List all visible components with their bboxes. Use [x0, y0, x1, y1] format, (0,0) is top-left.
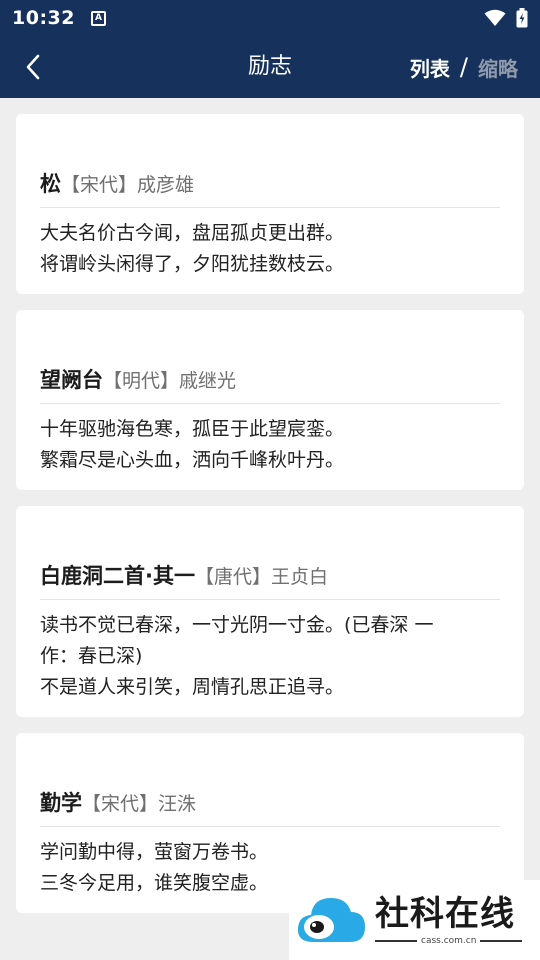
chevron-left-icon	[26, 54, 40, 80]
watermark: 社科在线 cass.com.cn	[289, 880, 540, 960]
view-toggle: 列表 / 缩略	[410, 36, 518, 98]
poem-line: 读书不觉已春深，一寸光阴一寸金。(已春深 一	[40, 614, 434, 636]
poem-header: 白鹿洞二首·其一 【唐代】 王贞白	[40, 506, 500, 600]
poem-dynasty: 【宋代】	[61, 174, 138, 196]
wifi-icon	[484, 9, 506, 26]
poem-title: 望阙台	[40, 368, 103, 392]
divider	[375, 940, 417, 942]
poem-title: 白鹿洞二首·其一	[40, 564, 195, 588]
poem-card[interactable]: 望阙台 【明代】 戚继光 十年驱驰海色寒，孤臣于此望宸銮。 繁霜尽是心头血，洒向…	[16, 310, 524, 490]
poem-list: 松 【宋代】 成彦雄 大夫名价古今闻，盘屈孤贞更出群。 将谓岭头闲得了，夕阳犹挂…	[16, 114, 524, 929]
cloud-logo-icon	[297, 898, 365, 942]
notification-a-icon: A	[90, 10, 106, 26]
watermark-domain-row: cass.com.cn	[375, 936, 523, 946]
poem-dynasty: 【唐代】	[194, 566, 271, 588]
watermark-name: 社科在线	[375, 894, 515, 934]
poem-title: 勤学	[40, 791, 82, 815]
toggle-separator: /	[459, 53, 468, 81]
poem-line: 作：春已深)	[40, 645, 143, 667]
status-time: 10:32	[12, 7, 75, 29]
poem-author: 王贞白	[271, 566, 329, 588]
poem-author: 成彦雄	[137, 174, 195, 196]
poem-card[interactable]: 白鹿洞二首·其一 【唐代】 王贞白 读书不觉已春深，一寸光阴一寸金。(已春深 一…	[16, 506, 524, 717]
poem-line: 不是道人来引笑，周情孔思正追寻。	[40, 676, 345, 698]
poem-dynasty: 【宋代】	[82, 793, 159, 815]
poem-header: 勤学 【宋代】 汪洙	[40, 733, 500, 827]
thumbnail-view-button[interactable]: 缩略	[478, 53, 518, 82]
status-bar: 10:32 A	[0, 0, 540, 36]
watermark-text: 社科在线 cass.com.cn	[375, 894, 523, 946]
poem-dynasty: 【明代】	[103, 370, 180, 392]
poem-title: 松	[40, 172, 61, 196]
divider	[480, 940, 523, 942]
poem-line: 繁霜尽是心头血，洒向千峰秋叶丹。	[40, 449, 345, 471]
poem-author: 戚继光	[179, 370, 237, 392]
poem-line: 学问勤中得，萤窗万卷书。	[40, 841, 269, 863]
poem-card[interactable]: 松 【宋代】 成彦雄 大夫名价古今闻，盘屈孤贞更出群。 将谓岭头闲得了，夕阳犹挂…	[16, 114, 524, 294]
status-icons	[484, 8, 528, 28]
poem-body: 十年驱驰海色寒，孤臣于此望宸銮。 繁霜尽是心头血，洒向千峰秋叶丹。	[40, 404, 500, 490]
watermark-domain: cass.com.cn	[421, 936, 477, 946]
poem-body: 读书不觉已春深，一寸光阴一寸金。(已春深 一 作：春已深) 不是道人来引笑，周情…	[40, 600, 500, 717]
poem-header: 望阙台 【明代】 戚继光	[40, 310, 500, 404]
poem-line: 将谓岭头闲得了，夕阳犹挂数枝云。	[40, 253, 345, 275]
poem-body: 大夫名价古今闻，盘屈孤贞更出群。 将谓岭头闲得了，夕阳犹挂数枝云。	[40, 208, 500, 294]
poem-line: 十年驱驰海色寒，孤臣于此望宸銮。	[40, 418, 345, 440]
poem-author: 汪洙	[158, 793, 197, 815]
battery-icon	[516, 8, 528, 28]
app-bar: 励志 列表 / 缩略	[0, 36, 540, 98]
list-view-button[interactable]: 列表	[410, 53, 450, 82]
poem-header: 松 【宋代】 成彦雄	[40, 114, 500, 208]
poem-line: 大夫名价古今闻，盘屈孤贞更出群。	[40, 222, 345, 244]
back-button[interactable]	[16, 50, 50, 84]
